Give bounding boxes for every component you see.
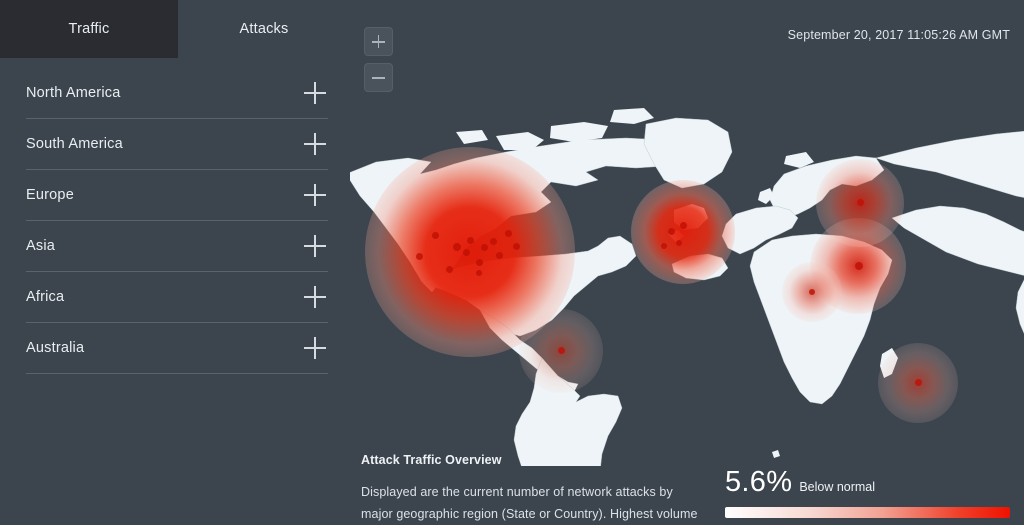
overview-line-1: Displayed are the current number of netw… — [361, 485, 673, 499]
gauge-value: 5.6% — [725, 466, 793, 498]
tab-traffic-label: Traffic — [68, 21, 110, 37]
plus-icon[interactable] — [304, 82, 326, 104]
region-item-europe[interactable]: Europe — [26, 170, 328, 221]
world-map-panel[interactable]: September 20, 2017 11:05:26 AM GMT Attac… — [350, 0, 1024, 525]
plus-icon[interactable] — [304, 133, 326, 155]
tab-attacks[interactable]: Attacks — [178, 0, 350, 58]
map-zoom-controls[interactable] — [364, 27, 393, 99]
region-label: Asia — [26, 238, 56, 254]
region-item-north-america[interactable]: North America — [26, 68, 328, 119]
zoom-out-button[interactable] — [364, 63, 393, 92]
gauge-readout: 5.6% Below normal — [725, 466, 1010, 499]
minus-icon — [372, 77, 385, 79]
landmasses — [350, 108, 1024, 466]
attack-traffic-overview: Attack Traffic Overview Displayed are th… — [361, 453, 711, 525]
plus-icon[interactable] — [304, 337, 326, 359]
plus-icon-vertical — [377, 35, 380, 48]
traffic-level-gauge: 5.6% Below normal — [725, 466, 1010, 518]
region-label: Australia — [26, 340, 85, 356]
timestamp-label: September 20, 2017 11:05:26 AM GMT — [787, 28, 1010, 42]
tab-bar: Traffic Attacks — [0, 0, 350, 58]
region-label: Europe — [26, 187, 74, 203]
plus-icon[interactable] — [304, 184, 326, 206]
world-map-svg — [350, 108, 1024, 466]
gauge-status-label: Below normal — [799, 480, 876, 494]
region-label: Africa — [26, 289, 65, 305]
attack-map-dashboard: September 20, 2017 11:05:26 AM GMT Attac… — [0, 0, 1024, 525]
region-item-asia[interactable]: Asia — [26, 221, 328, 272]
region-list: North America South America Europe Asia … — [26, 68, 328, 374]
tab-attacks-label: Attacks — [239, 21, 289, 37]
region-label: North America — [26, 85, 121, 101]
region-item-africa[interactable]: Africa — [26, 272, 328, 323]
region-label: South America — [26, 136, 123, 152]
plus-icon[interactable] — [304, 286, 326, 308]
overview-line-2: major geographic region (State or Countr… — [361, 507, 698, 521]
region-item-south-america[interactable]: South America — [26, 119, 328, 170]
region-item-australia[interactable]: Australia — [26, 323, 328, 374]
plus-icon[interactable] — [304, 235, 326, 257]
overview-title: Attack Traffic Overview — [361, 453, 502, 467]
gauge-gradient-bar — [725, 507, 1010, 518]
zoom-in-button[interactable] — [364, 27, 393, 56]
sidebar-panel: Traffic Attacks North America South Amer… — [0, 0, 350, 525]
tab-traffic[interactable]: Traffic — [0, 0, 178, 58]
